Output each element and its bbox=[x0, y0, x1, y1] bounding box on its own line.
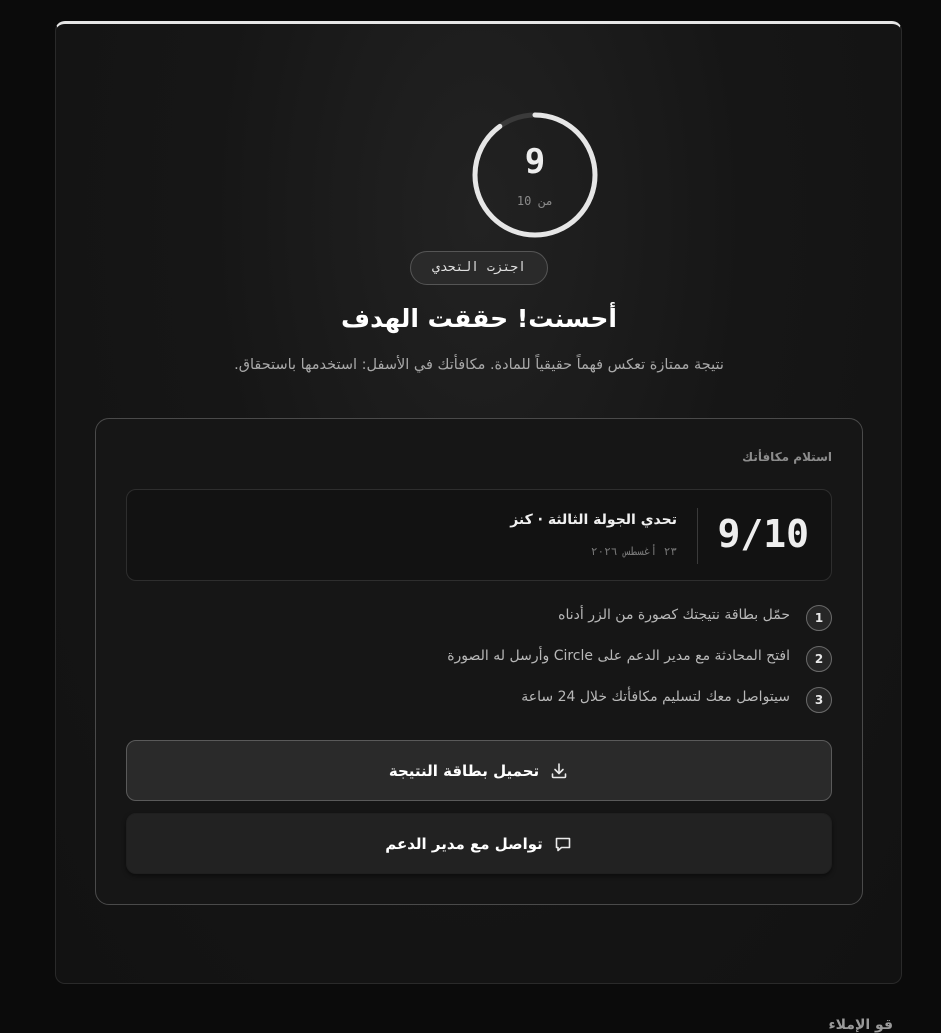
reward-panel: استلام مكافأتك 9/10 تحدي الجولة الثالثة … bbox=[95, 418, 863, 905]
contact-support-button[interactable]: تواصل مع مدير الدعم bbox=[126, 813, 832, 874]
step-item: 3 سيتواصل معك لتسليم مكافأتك خلال 24 ساع… bbox=[132, 687, 832, 715]
step-text: افتح المحادثة مع مدير الدعم على Circle و… bbox=[447, 648, 790, 664]
step-number: 3 bbox=[806, 687, 832, 713]
step-text: حمّل بطاقة نتيجتك كصورة من الزر أدناه bbox=[558, 607, 790, 623]
step-number: 2 bbox=[806, 646, 832, 672]
support-button-label: تواصل مع مدير الدعم bbox=[385, 834, 543, 853]
result-title: تحدي الجولة الثالثة · كنز bbox=[510, 512, 677, 528]
result-divider bbox=[697, 508, 698, 564]
status-badge: اجتزت التحدي bbox=[410, 251, 548, 285]
next-section-heading: قو الإملاء bbox=[828, 1017, 894, 1033]
reward-section-label: استلام مكافأتك bbox=[742, 450, 832, 464]
download-button-label: تحميل بطاقة النتيجة bbox=[388, 761, 540, 780]
download-result-card-button[interactable]: تحميل بطاقة النتيجة bbox=[126, 740, 832, 801]
page-title: أحسنت! حققت الهدف bbox=[341, 304, 617, 333]
result-summary: 9/10 تحدي الجولة الثالثة · كنز ٢٣ أغسطس … bbox=[126, 489, 832, 581]
page-subtitle: نتيجة ممتازة تعكس فهماً حقيقياً للمادة. … bbox=[234, 357, 724, 373]
step-item: 2 افتح المحادثة مع مدير الدعم على Circle… bbox=[132, 646, 832, 674]
step-text: سيتواصل معك لتسليم مكافأتك خلال 24 ساعة bbox=[521, 689, 790, 705]
result-score: 9/10 bbox=[717, 512, 809, 556]
step-number: 1 bbox=[806, 605, 832, 631]
result-date: ٢٣ أغسطس ٢٠٢٦ bbox=[590, 545, 677, 558]
download-icon bbox=[549, 761, 569, 781]
score-ring: 9 من 10 bbox=[470, 110, 600, 240]
score-value: 9 bbox=[524, 142, 546, 182]
step-item: 1 حمّل بطاقة نتيجتك كصورة من الزر أدناه bbox=[132, 605, 832, 633]
chat-icon bbox=[553, 834, 573, 854]
score-out-of: من 10 bbox=[516, 194, 554, 208]
